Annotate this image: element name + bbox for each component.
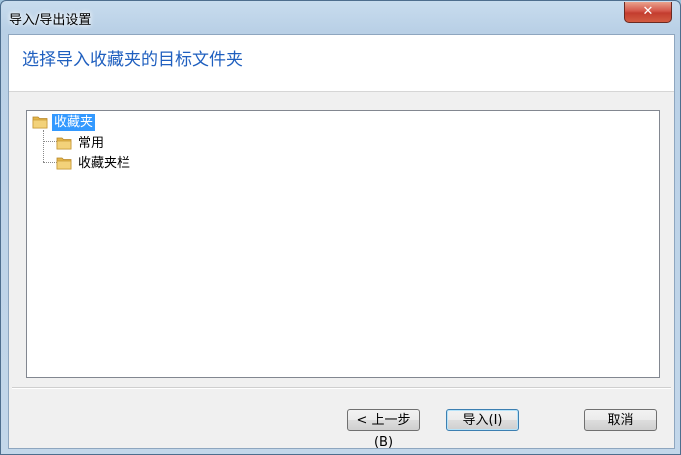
back-button[interactable]: < 上一步(B) [347,409,420,450]
tree-connector-vertical [43,130,44,162]
close-icon: ✕ [642,4,654,19]
footer-divider [12,387,671,389]
folder-tree[interactable]: 收藏夹 常用 收藏夹栏 [26,110,660,378]
instruction-header: 选择导入收藏夹的目标文件夹 [9,35,674,92]
dialog-content: 选择导入收藏夹的目标文件夹 收藏夹 常用 收藏夹栏 < 上一步(B) 导入(I)… [8,34,675,450]
tree-item-favorites-bar[interactable]: 收藏夹栏 [56,154,132,172]
import-button[interactable]: 导入(I) [446,409,519,431]
folder-icon [32,115,48,129]
folder-icon [56,156,72,170]
window-title: 导入/导出设置 [9,13,92,28]
tree-connector-horizontal [43,141,57,142]
folder-icon [56,136,72,150]
title-bar[interactable]: 导入/导出设置 ✕ [1,1,680,34]
tree-item-label: 常用 [78,135,105,151]
tree-connector-horizontal [43,162,57,163]
tree-item-changyong[interactable]: 常用 [56,134,106,152]
tree-item-label: 收藏夹栏 [78,155,131,171]
close-button[interactable]: ✕ [624,2,672,23]
instruction-text: 选择导入收藏夹的目标文件夹 [22,50,243,70]
tree-item-root[interactable]: 收藏夹 [32,113,96,131]
tree-item-label: 收藏夹 [52,113,96,131]
dialog-window: 导入/导出设置 ✕ 选择导入收藏夹的目标文件夹 收藏夹 常用 收藏夹栏 < 上一… [0,0,681,455]
cancel-button[interactable]: 取消 [584,409,657,431]
